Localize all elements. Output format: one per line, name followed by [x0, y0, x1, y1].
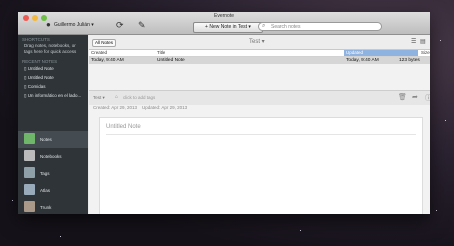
list-view-icon[interactable]: ▤ [420, 38, 426, 45]
evernote-window: Evernote ● Guillermo Julián ▾ ⟳ ✎ + New … [18, 12, 430, 214]
nav-notes[interactable]: Notes [18, 131, 88, 148]
column-created[interactable]: Created [91, 50, 107, 56]
note-dates: Created: Apr 29, 2013 Updated: Apr 29, 2… [93, 105, 187, 110]
view-options-icon[interactable]: ☰ [411, 38, 416, 45]
note-editor[interactable]: Untitled Note [99, 117, 423, 214]
info-icon[interactable]: ⓘ [425, 93, 430, 103]
recent-notes-header: RECENT NOTES [22, 59, 58, 64]
divider [106, 134, 416, 135]
notes-icon [24, 133, 35, 144]
editor-notebook[interactable]: Test ▾ [93, 95, 105, 101]
activity-icon[interactable]: ✎ [138, 20, 146, 30]
table-row[interactable]: Today, 9:40 AM Untitled Note Today, 9:40… [89, 57, 430, 64]
trunk-icon [24, 201, 35, 212]
window-titlebar: Evernote ● Guillermo Julián ▾ ⟳ ✎ + New … [18, 12, 430, 35]
row-title: Untitled Note [157, 58, 185, 63]
recent-note-item[interactable]: ▯ Un informático en el lado... [18, 91, 88, 100]
notebook-selector[interactable]: Test ▾ [249, 38, 265, 45]
shortcuts-help: Drag notes, notebooks, or tags here for … [24, 43, 77, 54]
column-title[interactable]: Title [157, 50, 165, 56]
share-icon[interactable]: ➦ [412, 93, 418, 101]
tag-icon: ⌂ [115, 94, 119, 100]
note-updated: Updated: Apr 29, 2013 [142, 105, 188, 110]
window-title: Evernote [213, 13, 234, 19]
tags-icon [24, 167, 35, 178]
all-notes-filter[interactable]: All Notes [92, 39, 117, 47]
recent-note-item[interactable]: ▯ Comidas [18, 82, 88, 91]
new-note-button[interactable]: + New Note in Test ▾ [193, 22, 263, 33]
note-list-header: All Notes Test ▾ ☰ ▤ [89, 35, 430, 50]
column-updated[interactable]: Updated [344, 50, 418, 56]
row-updated: Today, 9:40 AM [346, 58, 379, 63]
trash-icon[interactable]: 🗑 [398, 93, 407, 101]
nav-trunk[interactable]: Trunk [18, 199, 88, 214]
atlas-icon [24, 184, 35, 195]
sidebar: SHORTCUTS Drag notes, notebooks, or tags… [18, 35, 88, 214]
nav-notebooks[interactable]: Notebooks [18, 148, 88, 165]
search-icon: ⌕ [262, 23, 266, 29]
recent-note-item[interactable]: ▯ Untitled Note [18, 73, 88, 82]
column-size[interactable]: Size [421, 50, 430, 56]
tags-field[interactable]: click to add tags [123, 95, 155, 100]
search-input[interactable]: Search notes [258, 22, 382, 31]
account-menu[interactable]: Guillermo Julián ▾ [54, 22, 94, 28]
note-list-columns: Created Title Updated Size [89, 50, 430, 57]
account-icon: ● [46, 20, 51, 29]
row-size: 123 bytes [399, 58, 420, 63]
note-title-field[interactable]: Untitled Note [106, 124, 141, 130]
nav-tags[interactable]: Tags [18, 165, 88, 182]
sync-icon[interactable]: ⟳ [116, 20, 124, 30]
shortcuts-header: SHORTCUTS [22, 37, 50, 42]
editor-header: Test ▾ ⌂ click to add tags 🗑 ➦ ⓘ [89, 90, 430, 105]
notebooks-icon [24, 150, 35, 161]
recent-note-item[interactable]: ▯ Untitled Note [18, 64, 88, 73]
main-area: All Notes Test ▾ ☰ ▤ Created Title Updat… [89, 35, 430, 214]
note-created: Created: Apr 29, 2013 [93, 105, 138, 110]
row-created: Today, 9:40 AM [91, 58, 124, 63]
nav-atlas[interactable]: Atlas [18, 182, 88, 199]
